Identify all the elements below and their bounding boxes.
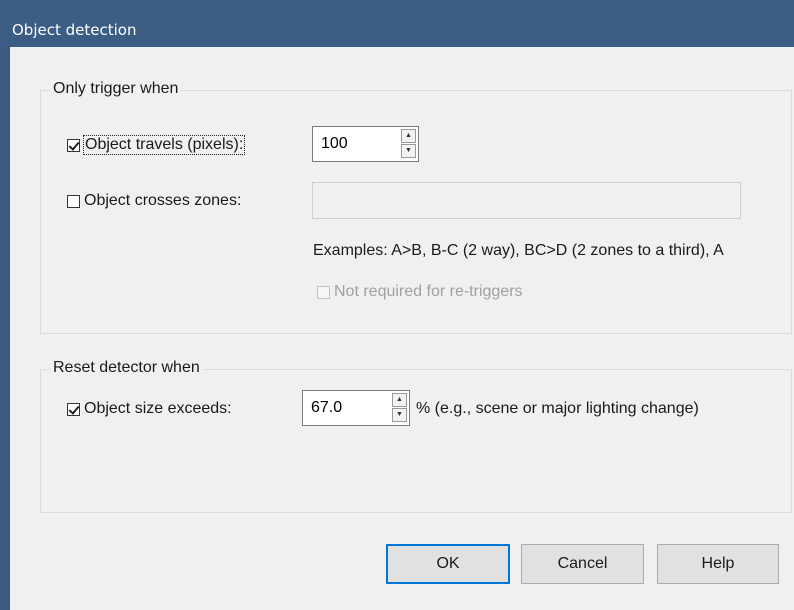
dialog-client-area: Only trigger when Object travels (pixels… (10, 47, 794, 610)
reset-group-legend: Reset detector when (50, 359, 203, 377)
not-required-checkbox (317, 285, 330, 299)
spin-up-icon[interactable]: ▲ (392, 393, 407, 407)
crosses-checkbox-row[interactable]: Object crosses zones: (67, 192, 241, 210)
size-value[interactable]: 67.0 (311, 399, 342, 417)
spin-up-icon[interactable]: ▲ (401, 129, 416, 143)
title-bar[interactable]: Object detection (0, 0, 794, 47)
size-label[interactable]: Object size exceeds: (84, 400, 232, 418)
travels-pixels-value[interactable]: 100 (321, 135, 348, 153)
help-button[interactable]: Help (657, 544, 779, 584)
object-detection-dialog: Object detection Only trigger when Objec… (0, 0, 794, 610)
not-required-checkbox-row: Not required for re-triggers (317, 283, 523, 301)
travels-pixels-spinbox[interactable]: 100 ▲ ▼ (312, 126, 419, 162)
crosses-checkbox[interactable] (67, 194, 80, 208)
travels-checkbox[interactable] (67, 138, 80, 152)
cancel-button[interactable]: Cancel (521, 544, 644, 584)
spin-buttons: ▲ ▼ (401, 129, 416, 159)
spin-down-icon[interactable]: ▼ (401, 144, 416, 158)
travels-checkbox-row[interactable]: Object travels (pixels): (67, 135, 246, 155)
window-title: Object detection (12, 21, 137, 39)
spin-down-icon[interactable]: ▼ (392, 408, 407, 422)
size-checkbox-row[interactable]: Object size exceeds: (67, 400, 232, 418)
zones-input[interactable] (312, 182, 741, 219)
crosses-label[interactable]: Object crosses zones: (84, 192, 241, 210)
spin-buttons: ▲ ▼ (392, 393, 407, 423)
ok-button[interactable]: OK (386, 544, 510, 584)
travels-label[interactable]: Object travels (pixels): (82, 135, 246, 155)
size-suffix-text: % (e.g., scene or major lighting change) (416, 400, 699, 417)
size-checkbox[interactable] (67, 402, 80, 416)
checkmark-icon (68, 138, 80, 151)
checkmark-icon (68, 402, 80, 415)
size-spinbox[interactable]: 67.0 ▲ ▼ (302, 390, 410, 426)
not-required-label: Not required for re-triggers (334, 283, 523, 300)
trigger-group-legend: Only trigger when (50, 80, 182, 98)
examples-text: Examples: A>B, B-C (2 way), BC>D (2 zone… (313, 242, 724, 259)
reset-group: Reset detector when (40, 359, 792, 513)
